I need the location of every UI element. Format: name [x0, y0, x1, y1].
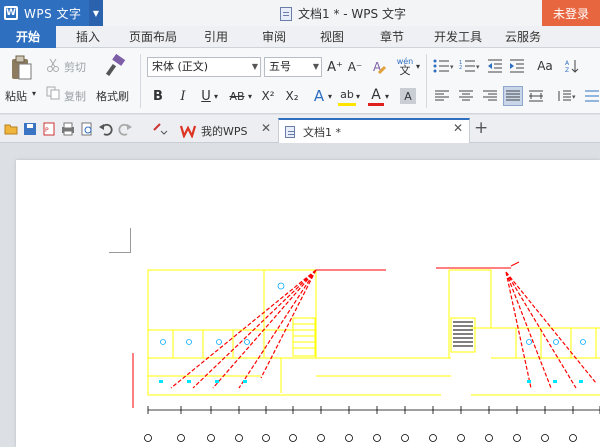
tab-document1[interactable]: 文档1 *	[278, 118, 470, 143]
chevron-down-icon: ▼	[251, 62, 258, 71]
underline-button[interactable]: U	[198, 86, 214, 106]
paste-icon[interactable]	[8, 54, 34, 82]
text-effect-button[interactable]: A	[310, 86, 328, 106]
tab-insert[interactable]: 插入	[68, 26, 108, 48]
clear-format-icon[interactable]: A	[370, 57, 388, 77]
cut-icon	[46, 58, 60, 72]
font-size-value: 五号	[269, 60, 291, 73]
tab-home[interactable]: 开始	[0, 26, 56, 48]
decrease-indent-icon[interactable]	[486, 58, 504, 74]
increase-indent-icon[interactable]	[508, 58, 526, 74]
font-name-value: 宋体 (正文)	[152, 60, 209, 73]
ribbon-divider	[426, 54, 427, 108]
save-icon[interactable]	[23, 122, 37, 136]
floor-plan-image[interactable]	[131, 258, 600, 447]
highlight-button[interactable]: ab	[338, 86, 356, 106]
open-folder-icon[interactable]	[4, 122, 18, 136]
export-pdf-icon[interactable]: P	[42, 122, 56, 136]
undo-icon[interactable]	[99, 122, 113, 136]
tab-label: 文档1 *	[303, 125, 341, 139]
chevron-down-icon[interactable]: ▼	[89, 0, 103, 26]
margin-crop-mark	[109, 228, 131, 253]
redo-icon[interactable]	[118, 122, 132, 136]
customize-toolbar-icon[interactable]	[152, 122, 168, 136]
paste-dropdown-icon[interactable]: ▾	[32, 89, 36, 98]
chevron-down-icon[interactable]: ▾	[416, 62, 420, 71]
char-shading-button[interactable]: A	[400, 88, 416, 104]
font-size-select[interactable]: 五号 ▼	[264, 57, 322, 77]
app-name: WPS 文字	[24, 6, 82, 21]
wps-logo-icon	[180, 125, 196, 138]
app-menu-button[interactable]: W WPS 文字 ▼	[0, 0, 103, 26]
paste-button[interactable]: 粘贴	[5, 88, 27, 104]
tab-references[interactable]: 引用	[196, 26, 236, 48]
wps-logo-icon: W	[4, 6, 18, 20]
numbered-list-icon[interactable]: 1 2 ▾	[458, 58, 482, 74]
align-left-icon[interactable]	[434, 88, 450, 104]
copy-button[interactable]: 复制	[64, 88, 86, 104]
grow-font-button[interactable]: A⁺	[326, 57, 344, 77]
cut-button[interactable]: 剪切	[64, 59, 86, 75]
window-title-text: 文档1 * - WPS 文字	[298, 7, 406, 21]
bullet-list-icon[interactable]: ▾	[432, 58, 456, 74]
tab-view[interactable]: 视图	[312, 26, 352, 48]
tab-developer-tools[interactable]: 开发工具	[428, 26, 488, 48]
font-color-button[interactable]: A	[368, 86, 384, 106]
chevron-down-icon[interactable]: ▾	[385, 92, 389, 101]
shrink-font-button[interactable]: A⁻	[346, 57, 364, 77]
paragraph-settings-icon[interactable]	[584, 88, 600, 104]
format-painter-button[interactable]: 格式刷	[96, 88, 129, 104]
ribbon-divider	[140, 54, 141, 108]
chevron-down-icon[interactable]: ▾	[214, 92, 218, 101]
svg-text:▾: ▾	[476, 63, 480, 71]
title-bar: W WPS 文字 ▼ 文档1 * - WPS 文字 未登录	[0, 0, 600, 26]
align-right-icon[interactable]	[482, 88, 498, 104]
document-icon	[280, 6, 292, 21]
menu-bar: 开始 插入 页面布局 引用 审阅 视图 章节 开发工具 云服务	[0, 26, 600, 48]
chevron-down-icon[interactable]: ▾	[356, 92, 360, 101]
phonetic-guide-button[interactable]: wén 文	[392, 54, 418, 78]
ribbon: 粘贴 ▾ 剪切 复制 格式刷 宋体 (正文) ▼ 五号 ▼ A⁺ A⁻ A wé…	[0, 48, 600, 114]
svg-text:P: P	[45, 127, 49, 134]
tab-review[interactable]: 审阅	[254, 26, 294, 48]
tab-cloud-services[interactable]: 云服务	[498, 26, 548, 48]
subscript-button[interactable]: X₂	[282, 86, 302, 106]
print-icon[interactable]	[61, 122, 75, 136]
format-painter-icon[interactable]	[104, 54, 126, 78]
copy-icon	[46, 86, 60, 100]
document-icon	[285, 125, 295, 138]
distributed-align-icon[interactable]	[528, 88, 544, 104]
change-case-button[interactable]: Aa	[532, 56, 558, 76]
quick-access-toolbar: P 我的WPS ✕ 文档1 * ✕ +	[0, 115, 600, 143]
strikethrough-button[interactable]: AB	[226, 86, 248, 106]
svg-text:▾: ▾	[572, 93, 576, 101]
close-icon[interactable]: ✕	[261, 121, 271, 135]
svg-text:Z: Z	[565, 67, 569, 73]
svg-text:▾: ▾	[450, 63, 454, 71]
tab-label: 我的WPS	[201, 124, 248, 138]
close-icon[interactable]: ✕	[453, 121, 463, 135]
font-name-select[interactable]: 宋体 (正文) ▼	[147, 57, 261, 77]
italic-button[interactable]: I	[175, 86, 191, 106]
svg-text:A: A	[565, 60, 570, 67]
chevron-down-icon: ▼	[312, 62, 319, 71]
svg-text:2: 2	[459, 65, 462, 71]
chevron-down-icon[interactable]: ▾	[248, 92, 252, 101]
login-button[interactable]: 未登录	[542, 0, 600, 26]
line-spacing-icon[interactable]: ▾	[556, 88, 578, 104]
tab-section[interactable]: 章节	[372, 26, 412, 48]
superscript-button[interactable]: X²	[258, 86, 278, 106]
align-center-icon[interactable]	[458, 88, 474, 104]
justify-icon[interactable]	[503, 86, 523, 106]
print-preview-icon[interactable]	[80, 122, 94, 136]
chevron-down-icon[interactable]: ▾	[328, 92, 332, 101]
new-tab-icon[interactable]: +	[474, 118, 488, 138]
tab-page-layout[interactable]: 页面布局	[120, 26, 186, 48]
bold-button[interactable]: B	[150, 86, 166, 106]
window-title: 文档1 * - WPS 文字	[280, 5, 406, 22]
sort-icon[interactable]: AZ	[564, 58, 582, 74]
